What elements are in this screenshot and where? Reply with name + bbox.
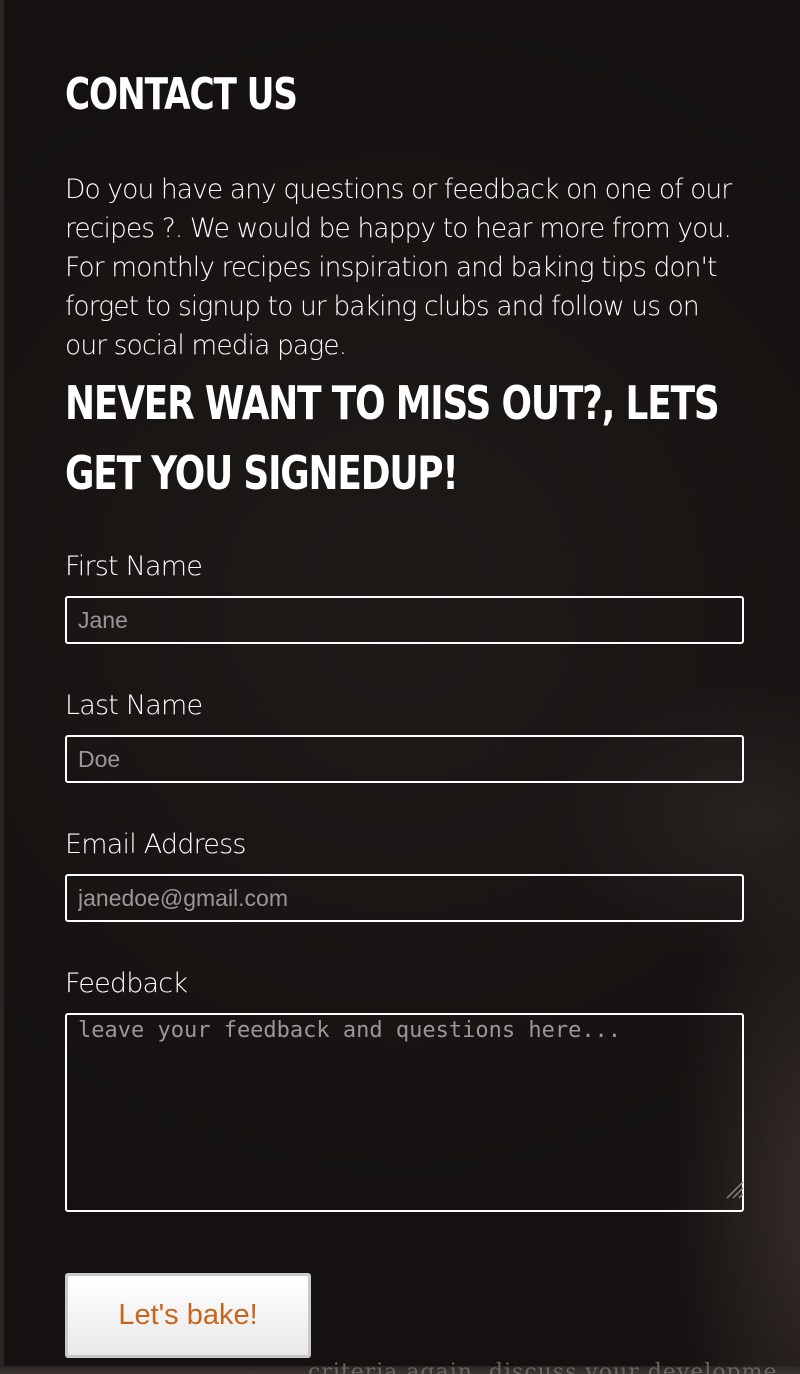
feedback-textarea[interactable] <box>65 1013 744 1212</box>
last-name-label: Last Name <box>65 690 203 721</box>
feedback-label: Feedback <box>65 968 188 999</box>
first-name-label: First Name <box>65 551 203 582</box>
resize-grip-icon[interactable] <box>721 1176 745 1200</box>
email-label: Email Address <box>65 829 246 860</box>
left-edge-divider <box>0 0 4 1374</box>
footer-text-fragment: criteria again, discuss your developme <box>308 1360 778 1374</box>
last-name-input[interactable] <box>65 735 744 783</box>
contact-heading: CONTACT US <box>65 69 298 120</box>
first-name-input[interactable] <box>65 596 744 644</box>
signup-heading: NEVER WANT TO MISS OUT?, LETS GET YOU SI… <box>65 376 720 500</box>
email-input[interactable] <box>65 874 744 922</box>
lets-bake-button[interactable]: Let's bake! <box>65 1273 311 1358</box>
contact-intro-text: Do you have any questions or feedback on… <box>65 174 732 361</box>
